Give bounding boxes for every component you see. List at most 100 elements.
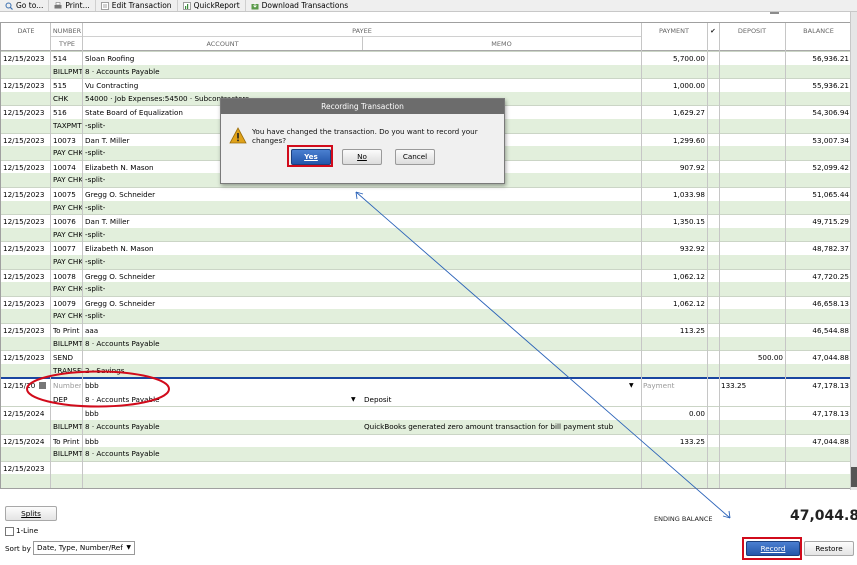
table-row-detail[interactable]: PAY CHK -split-	[1, 227, 852, 242]
table-row[interactable]: 12/15/2023 10078 Gregg O. Schneider 1,062.1…	[1, 268, 852, 284]
table-row[interactable]: 12/15/2023 515 Vu Contracting 1,000.00 55,93…	[1, 78, 852, 93]
cell-deposit	[721, 79, 783, 93]
table-row-detail[interactable]: BILLPMT 8 · Accounts Payable	[1, 336, 852, 351]
payment-field[interactable]: Payment	[643, 379, 705, 393]
print-button[interactable]: Print...	[49, 0, 96, 11]
dialog-message: You have changed the transaction. Do you…	[252, 127, 478, 145]
restore-button[interactable]: Restore	[804, 541, 854, 556]
table-row-detail[interactable]: BILLPMT 8 · Accounts Payable	[1, 447, 852, 461]
goto-button[interactable]: Go to...	[0, 0, 50, 11]
cell-date: 12/15/2023	[3, 326, 45, 335]
cell-balance	[787, 462, 849, 476]
cell-type: TRANSFR	[53, 365, 83, 375]
account-dropdown-icon[interactable]: ▼	[351, 393, 356, 407]
cell-account: 8 · Accounts Payable	[85, 449, 160, 459]
cancel-button[interactable]: Cancel	[395, 149, 435, 165]
collapse-handle[interactable]	[770, 12, 779, 14]
table-row[interactable]: 12/15/2023	[1, 460, 852, 476]
check-register: DATE NUMBER TYPE PAYEE ACCOUNT MEMO PAYM…	[0, 22, 853, 489]
table-row[interactable]: 12/15/2023 514 Sloan Roofing 5,700.00 56,936…	[1, 51, 852, 66]
cell-account: 8 · Accounts Payable	[85, 422, 160, 431]
table-row[interactable]: 12/15/2023 To Print aaa 113.25 46,544.88	[1, 323, 852, 338]
cell-date: 12/15/2023	[3, 135, 45, 145]
register-toolbar: Go to... Print... Edit Transaction Quick…	[0, 0, 857, 12]
cell-payment: 932.92	[679, 244, 705, 254]
cell-payee: Dan T. Miller	[85, 217, 130, 227]
table-row[interactable]: 12/15/2023 10076 Dan T. Miller 1,350.15 49,7…	[1, 214, 852, 229]
deposit-field[interactable]: 133.25	[721, 379, 783, 393]
table-row-detail[interactable]: PAY CHK -split-	[1, 200, 852, 215]
number-field[interactable]: Number	[53, 379, 81, 393]
record-highlight	[742, 537, 802, 560]
cell-number: 516	[53, 108, 67, 118]
cell-number	[53, 462, 81, 476]
download-transactions-button[interactable]: Download Transactions	[246, 0, 353, 11]
goto-label: Go to...	[16, 1, 44, 10]
header-type: TYPE	[59, 40, 75, 48]
cell-balance: 46,544.88	[812, 326, 849, 335]
cell-deposit	[721, 462, 783, 476]
cell-deposit: 500.00	[757, 353, 783, 363]
table-row-detail[interactable]: PAY CHK -split-	[1, 309, 852, 323]
register-scrollbar[interactable]	[850, 12, 857, 490]
cell-number: 10078	[53, 271, 76, 281]
memo-field[interactable]: Deposit	[364, 393, 640, 407]
payee-dropdown-icon[interactable]: ▼	[629, 379, 634, 393]
cell-payee: Gregg O. Schneider	[85, 190, 156, 199]
scrollbar-thumb[interactable]	[851, 467, 857, 487]
one-line-checkbox[interactable]	[5, 527, 14, 536]
quickreport-label: QuickReport	[193, 1, 240, 10]
cell-balance: 49,715.29	[812, 217, 849, 227]
cell-type: PAY CHK	[53, 311, 83, 321]
cell-payee: Sloan Roofing	[85, 54, 135, 63]
download-transactions-label: Download Transactions	[261, 1, 349, 10]
cell-payee	[85, 351, 635, 365]
report-icon	[182, 1, 191, 10]
splits-button[interactable]: Splits	[5, 506, 57, 521]
cell-payment: 1,629.27	[672, 108, 705, 118]
table-row[interactable]: 12/15/2024 bbb 0.00 47,178.13	[1, 406, 852, 421]
payee-field[interactable]: bbb	[85, 379, 635, 393]
editing-transaction[interactable]: 12/15/20 Number bbb ▼ Payment 133.25 47,178.13…	[1, 377, 852, 409]
cell-date: 12/15/2023	[3, 108, 45, 118]
header-date: DATE	[17, 27, 35, 35]
table-row-detail[interactable]: TRANSFR 2 · Savings	[1, 363, 852, 378]
cell-payment: 113.25	[679, 326, 705, 335]
quickreport-button[interactable]: QuickReport	[178, 0, 246, 11]
cell-date: 12/15/2023	[3, 271, 45, 281]
no-button[interactable]: No	[342, 149, 382, 165]
cell-number: To Print	[53, 436, 80, 446]
table-row[interactable]: 12/15/2023 SEND 500.00 47,044.88	[1, 350, 852, 365]
cell-balance: 47,720.25	[812, 271, 849, 281]
table-row[interactable]: 12/15/2023 10075 Gregg O. Schneider 1,033.9…	[1, 187, 852, 202]
one-line-label: 1-Line	[16, 526, 39, 535]
date-field[interactable]: 12/15/20	[3, 379, 39, 393]
table-row-detail[interactable]: PAY CHK -split-	[1, 282, 852, 296]
table-row[interactable]: 12/15/2024 To Print bbb 133.25 47,044.88	[1, 433, 852, 449]
table-row-detail[interactable]: BILLPMT 8 · Accounts Payable QuickBooks ge…	[1, 420, 852, 434]
cell-balance: 54,306.94	[812, 108, 849, 118]
cancel-label: Cancel	[402, 152, 428, 161]
register-header: DATE NUMBER TYPE PAYEE ACCOUNT MEMO PAYM…	[1, 23, 852, 51]
cell-balance: 47,178.13	[812, 409, 849, 419]
table-row[interactable]: 12/15/2023 10079 Gregg O. Schneider 1,062.1…	[1, 295, 852, 311]
cell-payee	[85, 462, 635, 476]
cell-memo	[364, 282, 640, 296]
cell-number: To Print	[53, 326, 80, 335]
table-row-detail[interactable]	[1, 474, 852, 488]
cell-payee: aaa	[85, 326, 99, 335]
cell-date: 12/15/2023	[3, 353, 45, 363]
table-row[interactable]: 12/15/2023 10077 Elizabeth N. Mason 932.92 4…	[1, 241, 852, 256]
cell-memo	[364, 65, 640, 79]
cell-payee: Gregg O. Schneider	[85, 271, 156, 281]
account-field[interactable]: 8 · Accounts Payable	[85, 393, 355, 407]
cell-balance: 48,782.37	[812, 244, 849, 254]
calendar-icon[interactable]	[39, 382, 46, 390]
table-row-detail[interactable]: BILLPMT 8 · Accounts Payable	[1, 64, 852, 79]
table-row-detail[interactable]: PAY CHK -split-	[1, 255, 852, 269]
edit-transaction-button[interactable]: Edit Transaction	[96, 0, 178, 11]
register-footer: Splits 1-Line Sort by Date, Type, Number…	[0, 490, 857, 565]
cell-type: BILLPMT	[53, 338, 83, 348]
cell-type: CHK	[53, 93, 69, 103]
sort-by-select[interactable]: Date, Type, Number/Ref ▼	[33, 541, 135, 555]
